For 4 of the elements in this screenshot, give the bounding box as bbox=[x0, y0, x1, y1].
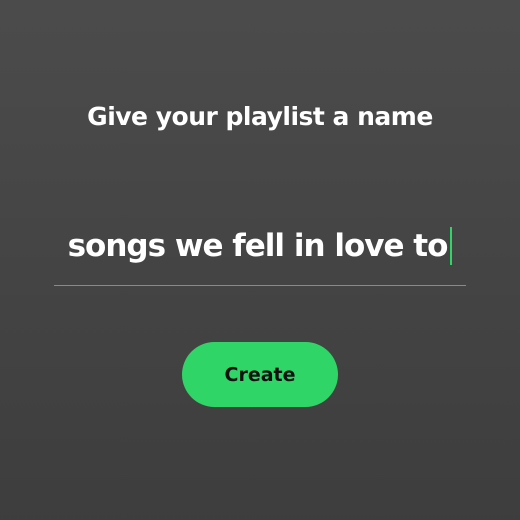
dialog-title: Give your playlist a name bbox=[87, 102, 433, 131]
create-button[interactable]: Create bbox=[182, 342, 338, 407]
playlist-name-field[interactable]: songs we fell in love to bbox=[54, 227, 466, 286]
playlist-name-value: songs we fell in love to bbox=[68, 228, 448, 264]
